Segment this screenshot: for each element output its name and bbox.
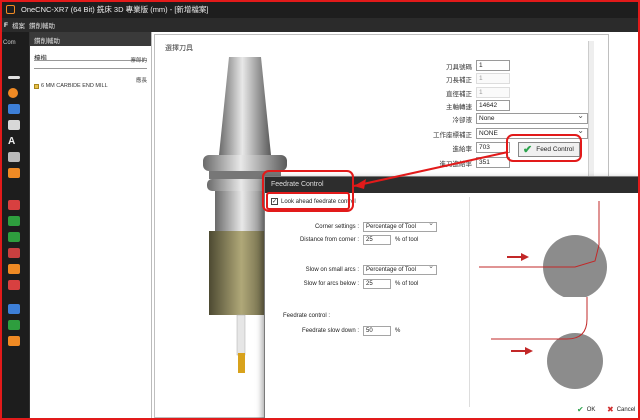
slowdown-unit: % [395,328,401,334]
settings-icon[interactable] [8,264,20,274]
info-icon[interactable] [8,336,20,346]
cancel-button[interactable]: ✖ Cancel [607,405,635,414]
lookahead-label: Look ahead feedrate control [281,198,356,205]
length-offset-label: 刀長補正 [446,76,472,84]
cancel-x-icon: ✖ [607,405,614,414]
tree-header: 鑽削輔助 [30,32,151,46]
post-icon[interactable] [8,280,20,290]
profile-icon[interactable] [8,120,20,130]
tool-tree-panel: 鑽削輔助 檯楷 寨郎的 應長 6 MM CARBIDE END MILL [30,32,152,420]
ok-button[interactable]: ✔ OK [577,405,595,414]
plunge-rate-row: 進刀進給率 351 [402,157,510,168]
corner-slowdown-diagram [479,201,607,297]
toolpath-icon[interactable] [8,152,20,162]
arcs-below-label: Slow for arcs below : [303,281,359,287]
menu-bar: F 檔案 鑽削輔助 [0,18,640,32]
work-offset-label: 工作座標補正 [433,131,472,139]
left-toolbar: Com A [0,32,30,420]
distance-label: Distance from corner : [299,237,359,243]
ok-label: OK [586,406,596,413]
window-title: OneCNC-XR7 (64 Bit) 銑床 3D 專業版 (mm) - [新增… [21,4,209,14]
arcs-below-unit: % of tool [395,281,419,287]
spindle-speed-label: 主軸轉速 [446,103,472,111]
simulate-icon[interactable] [8,216,20,226]
coolant-row: 冷卻液 None [402,111,588,124]
tree-meta-top: 寨郎的 [130,58,147,64]
length-offset-row: 刀長補正 1 [402,73,510,84]
spindle-speed-row: 主軸轉速 14642 [402,100,510,111]
lock-icon[interactable] [8,320,20,330]
work-offset-row: 工作座標補正 NONE [402,126,588,139]
plunge-rate-label: 進刀進給率 [439,160,473,168]
distance-unit: % of tool [395,237,419,243]
cancel-label: Cancel [616,406,636,413]
slowdown-field[interactable]: 50 [363,326,391,336]
feed-rate-row: 進給率 703 [402,142,510,153]
plunge-rate-field[interactable]: 351 [476,157,510,168]
coolant-select[interactable]: None [476,111,588,124]
feedrate-control-dialog: Feedrate Control ✓ Look ahead feedrate c… [264,176,640,420]
text-tool-icon[interactable]: A [8,136,20,147]
view-icon[interactable] [8,304,20,314]
pocket-icon[interactable] [8,104,20,114]
tool-folder-icon [34,83,39,89]
ok-check-icon: ✔ [577,405,584,414]
layer-icon[interactable] [8,248,20,258]
work-offset-select[interactable]: NONE [476,126,588,139]
tool-number-row: 刀具號碼 1 [402,60,510,71]
slow-arcs-row: Slow on small arcs : Percentage of Tool [271,263,437,275]
slowdown-label: Feedrate slow down : [301,328,359,334]
tree-tool-item[interactable]: 6 MM CARBIDE END MILL [34,83,108,89]
feed-control-button[interactable]: ✔ Feed Control [518,142,580,157]
menu-file[interactable]: F [4,22,8,29]
machine-icon[interactable] [8,200,20,210]
arc-slowdown-diagram [491,297,603,389]
stock-icon[interactable] [8,232,20,242]
drill-icon[interactable] [8,76,20,79]
feedrate-control-label: Feedrate control : [283,313,331,319]
feedrate-control-row: Feedrate control : [283,313,330,319]
menu-item-file[interactable]: 檔案 [12,20,25,30]
feed-rate-label: 進給率 [452,145,473,153]
arcs-below-field[interactable]: 25 [363,279,391,289]
spindle-speed-field[interactable]: 14642 [476,100,510,111]
slow-arcs-label: Slow on small arcs : [305,267,359,273]
feed-rate-field[interactable]: 703 [476,142,510,153]
divider [34,68,147,69]
tree-meta-bottom: 應長 [135,78,147,84]
circle-tool-icon[interactable] [8,88,18,98]
corner-settings-label: Corner settings : [314,224,359,230]
menu-item-drill-assist[interactable]: 鑽削輔助 [29,20,55,30]
tool-number-field[interactable]: 1 [476,60,510,71]
toolbar-label: Com [3,40,16,46]
coolant-label: 冷卻液 [452,116,473,124]
diameter-offset-row: 直徑補正 1 [402,87,510,98]
tool-item-label: 6 MM CARBIDE END MILL [41,83,108,89]
slowdown-row: Feedrate slow down : 50 % [271,326,400,336]
tool-number-label: 刀具號碼 [446,63,472,71]
distance-row: Distance from corner : 25 % of tool [271,235,418,245]
onecnc-logo-icon [6,4,15,14]
corner-settings-row: Corner settings : Percentage of Tool [271,220,437,232]
diameter-offset-label: 直徑補正 [446,90,472,98]
checkmark-icon: ✔ [523,143,533,156]
diameter-offset-field: 1 [476,87,510,98]
corner-settings-select[interactable]: Percentage of Tool [363,220,437,232]
dialog-title: Feedrate Control [265,177,639,193]
lookahead-checkbox[interactable]: ✓ [271,198,278,205]
slow-arcs-select[interactable]: Percentage of Tool [363,263,437,275]
app-title-bar: OneCNC-XR7 (64 Bit) 銑床 3D 專業版 (mm) - [新增… [0,0,640,18]
arcs-below-row: Slow for arcs below : 25 % of tool [271,279,418,289]
hex-tool-icon[interactable] [8,168,20,178]
select-tool-title: 選擇刀具 [165,45,193,52]
length-offset-field: 1 [476,73,510,84]
dialog-separator [469,197,470,407]
distance-field[interactable]: 25 [363,235,391,245]
lookahead-row: ✓ Look ahead feedrate control [271,198,356,205]
feed-control-label: Feed Control [536,146,574,153]
